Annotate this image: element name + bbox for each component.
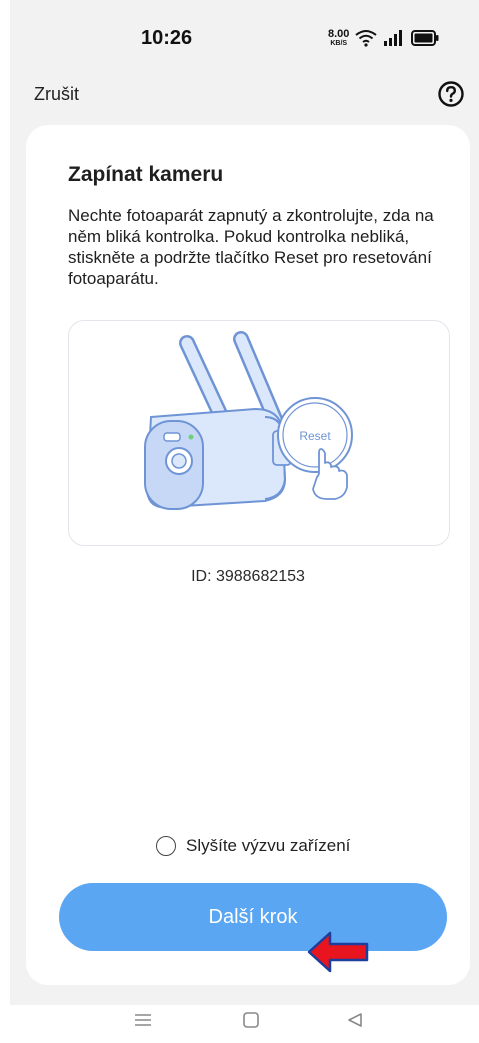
status-bar: 10:26 8.00 KB/S bbox=[10, 0, 479, 80]
device-prompt-option[interactable]: Slyšíte výzvu zařízení bbox=[156, 836, 350, 856]
signal-icon bbox=[384, 30, 403, 46]
back-icon[interactable] bbox=[346, 1011, 364, 1029]
camera-reset-illustration: Reset bbox=[68, 320, 450, 546]
prompt-radio[interactable] bbox=[156, 836, 176, 856]
page-title: Zapínat kameru bbox=[68, 163, 224, 186]
device-id: ID: 3988682153 bbox=[191, 568, 305, 585]
app-screen: 10:26 8.00 KB/S Zrušit Zapínat kameru Ne… bbox=[10, 0, 479, 1005]
cancel-button[interactable]: Zrušit bbox=[34, 84, 79, 105]
help-icon[interactable] bbox=[437, 80, 465, 108]
prompt-label: Slyšíte výzvu zařízení bbox=[186, 836, 351, 855]
battery-icon bbox=[411, 30, 439, 46]
network-speed-unit: KB/S bbox=[330, 40, 348, 47]
next-step-button[interactable]: Další krok bbox=[59, 883, 447, 951]
network-speed-value: 8.00 bbox=[328, 28, 350, 40]
camera-illustration-graphic: Reset bbox=[144, 331, 353, 510]
red-arrow-icon bbox=[307, 931, 369, 973]
menu-icon[interactable] bbox=[133, 1011, 153, 1029]
wifi-icon bbox=[355, 30, 378, 47]
instructions-text: Nechte fotoaparát zapnutý a zkontrolujte… bbox=[68, 206, 434, 288]
network-speed: 8.00 KB/S bbox=[328, 28, 350, 48]
setup-card: Zapínat kameru Nechte fotoaparát zapnutý… bbox=[26, 125, 470, 985]
home-icon[interactable] bbox=[242, 1011, 260, 1029]
system-nav-bar bbox=[0, 1005, 479, 1043]
status-icons: 8.00 KB/S bbox=[328, 26, 439, 50]
status-time: 10:26 bbox=[141, 27, 193, 49]
reset-label: Reset bbox=[299, 429, 331, 443]
top-bar: Zrušit bbox=[10, 80, 479, 120]
